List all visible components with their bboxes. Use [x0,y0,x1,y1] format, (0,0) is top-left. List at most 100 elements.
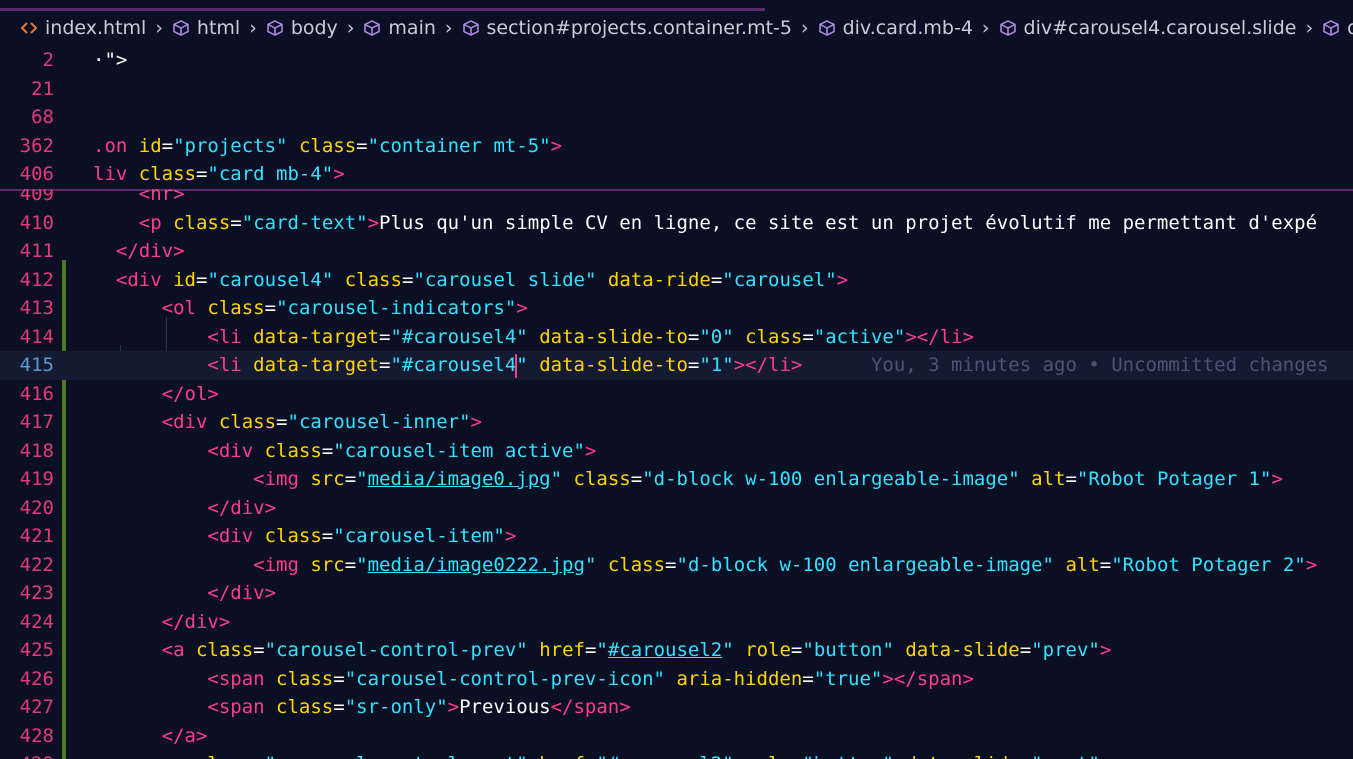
code-token: > [1100,753,1111,759]
code-line[interactable]: 426 <span class="carousel-control-prev-i… [0,665,1353,694]
code-token: "carousel slide" [413,268,597,291]
code-line[interactable]: 409 <hr> [0,189,1353,209]
code-token: "#carousel2" [596,753,733,759]
code-token: <li [207,354,254,376]
breadcrumb-item[interactable]: html [172,17,240,39]
code-line[interactable]: 420 </div> [0,494,1353,523]
code-line[interactable]: 415 <li data-target="#carousel4" data-sl… [0,351,1353,380]
code-token: <div [207,525,265,547]
line-content: <p class="card-text">Plus qu'un simple C… [93,209,1317,238]
code-token: class [138,163,196,185]
code-line[interactable]: 422 <img src="media/image0222.jpg" class… [0,551,1353,580]
code-token: = [710,268,723,291]
code-line[interactable]: 419 <img src="media/image0.jpg" class="d… [0,465,1353,494]
line-number: 429 [0,750,54,759]
line-number: 423 [19,582,54,604]
code-token: href [539,639,585,661]
line-number: 418 [19,439,54,462]
code-line[interactable]: 417 <div class="carousel-inner"> [0,408,1353,437]
code-token: class [276,696,334,718]
code-token: "carousel-control-prev" [264,639,528,661]
sticky-scroll-header: 2 ·"> 21 68 362 .on id="projects" class="cont… [0,46,1353,191]
code-token: "0" [699,325,734,348]
breadcrumb-item[interactable]: main [363,17,436,39]
line-number: 425 [19,639,54,661]
code-token: class [264,439,322,462]
code-line[interactable]: 412 <div id="carousel4" class="carousel … [0,266,1353,295]
code-line[interactable]: 362 .on id="projects" class="container mt… [0,132,1353,161]
code-line[interactable]: 425 <a class="carousel-control-prev" hre… [0,636,1353,665]
code-line[interactable]: 68 [0,103,1353,132]
code-token: src [310,553,345,576]
code-line[interactable]: 411 </div> [0,237,1353,266]
code-line[interactable]: 2 ·"> [0,46,1353,75]
breadcrumb-item[interactable]: index.html [20,17,146,39]
breadcrumb-item[interactable]: ol.carousel- [1322,17,1353,39]
line-number: 410 [19,211,54,234]
code-token: "carousel-indicators" [276,297,517,319]
line-number: 420 [19,496,54,519]
code-line[interactable]: 410 <p class="card-text">Plus qu'un simp… [0,209,1353,238]
scrollbar-indicator[interactable] [0,8,765,11]
code-line[interactable]: 406 liv class="card mb-4"> [0,160,1353,189]
code-token: class [207,297,265,319]
code-line[interactable]: 429 <a class="carousel-control-next" hre… [0,750,1353,759]
code-line[interactable]: 418 <div class="carousel-item active"> [0,437,1353,466]
code-token: = [379,325,391,348]
code-line[interactable]: 427 <span class="sr-only">Previous</span… [0,693,1353,722]
code-token: = [253,639,265,661]
code-token: " [516,354,528,376]
code-line[interactable]: 413 <ol class="carousel-indicators"> [0,294,1353,323]
code-token: id [138,134,162,157]
code-token: <li [207,325,254,348]
line-number: 415 [19,354,54,376]
code-line[interactable]: 21 [0,75,1353,104]
breadcrumb-item[interactable]: div#carousel4.carousel.slide [999,17,1297,39]
code-token: > [367,211,380,234]
code-token: = [333,667,345,690]
breadcrumb-item[interactable]: div.card.mb-4 [818,17,973,39]
breadcrumb-item[interactable]: body [266,17,338,39]
code-token: > [504,525,517,547]
code-editor[interactable]: 409 <hr> 410 <p class="card-text">Plus qu… [0,189,1353,759]
element-icon [1322,19,1340,37]
code-line[interactable]: 423 </div> [0,579,1353,608]
code-token: ></li> [905,325,974,348]
breadcrumb-label: div#carousel4.carousel.slide [1023,17,1297,39]
code-line[interactable]: 428 </a> [0,722,1353,751]
code-token: = [356,134,368,157]
line-content: </div> [93,579,276,608]
code-token: = [665,553,677,576]
line-number: 427 [19,696,54,718]
code-line[interactable]: 421 <div class="carousel-item"> [0,522,1353,551]
line-content: <img src="media/image0222.jpg" class="d-… [93,551,1317,580]
code-token: data-ride [607,268,711,291]
code-token: "carousel" [722,268,837,291]
code-line[interactable]: 414 <li data-target="#carousel4" data-sl… [0,323,1353,352]
code-token: "active" [813,325,906,348]
code-token: data-slide-to [539,354,688,376]
chevron-right-icon: › [346,17,355,39]
breadcrumb-item[interactable]: section#projects.container.mt-5 [462,17,792,39]
element-icon [462,19,480,37]
code-token: <img [253,468,311,490]
line-content: <ol class="carousel-indicators"> [93,294,528,323]
breadcrumb-label: body [290,17,338,39]
code-token: " [722,639,734,661]
line-number: 21 [31,77,54,100]
line-number: 421 [19,525,54,547]
code-line[interactable]: 416 </ol> [0,380,1353,409]
code-line[interactable]: 424 </div> [0,608,1353,637]
code-token: > [1305,553,1318,576]
code-token: > [836,268,849,291]
